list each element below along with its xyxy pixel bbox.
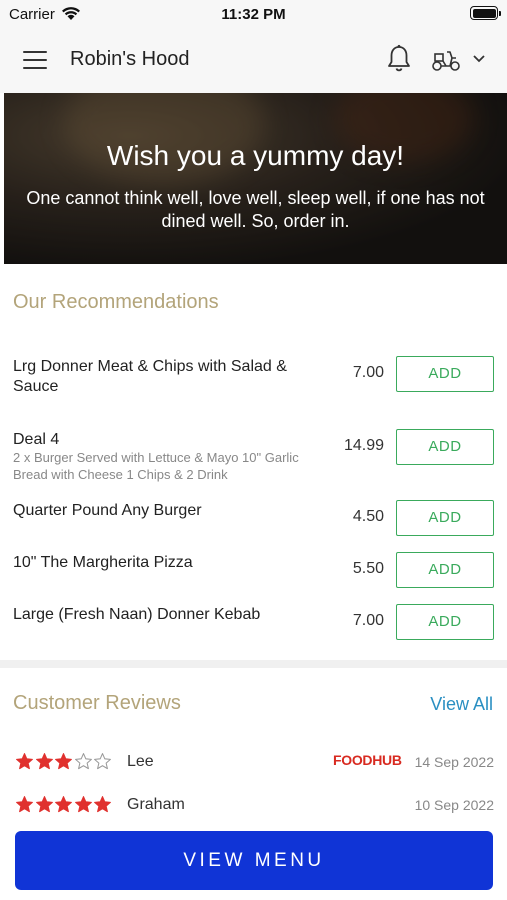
restaurant-name: Robin's Hood <box>70 48 190 70</box>
add-button[interactable]: ADD <box>396 500 494 536</box>
recommendation-item: Quarter Pound Any Burger 4.50 ADD <box>13 500 494 536</box>
star-rating <box>15 795 113 814</box>
reviewer-name: Graham <box>127 796 185 813</box>
add-button[interactable]: ADD <box>396 356 494 392</box>
item-price: 4.50 <box>352 508 384 525</box>
item-price: 7.00 <box>352 364 384 381</box>
review-date: 10 Sep 2022 <box>414 797 494 813</box>
star-rating <box>15 752 113 771</box>
battery-icon <box>470 6 501 20</box>
item-price: 5.50 <box>352 560 384 577</box>
hero-title: Wish you a yummy day! <box>106 140 405 171</box>
review-row: Graham 10 Sep 2022 <box>15 795 494 819</box>
star-filled-icon <box>35 753 53 770</box>
section-divider <box>0 660 507 668</box>
add-button[interactable]: ADD <box>396 552 494 588</box>
star-empty-icon <box>94 753 111 770</box>
view-menu-button[interactable]: VIEW MENU <box>15 831 493 890</box>
item-description: 2 x Burger Served with Lettuce & Mayo 10… <box>13 450 299 482</box>
item-price: 14.99 <box>343 437 384 454</box>
notification-bell-icon[interactable] <box>386 44 412 74</box>
recommendations-title: Our Recommendations <box>13 291 219 313</box>
recommendation-item: Lrg Donner Meat & Chips with Salad & Sau… <box>13 356 494 396</box>
item-name: Large (Fresh Naan) Donner Kebab <box>13 606 261 623</box>
foodhub-logo: FOODHUB <box>333 752 402 768</box>
item-name: Deal 4 <box>13 431 60 448</box>
star-filled-icon <box>55 796 72 813</box>
status-bar: Carrier 11:32 PM <box>0 0 507 28</box>
app-header: Robin's Hood <box>0 28 507 93</box>
item-name: 10" The Margherita Pizza <box>13 554 193 571</box>
star-empty-icon <box>74 753 92 770</box>
star-filled-icon <box>55 753 72 770</box>
reviews-title: Customer Reviews <box>13 692 181 714</box>
item-name: Quarter Pound Any Burger <box>13 502 202 519</box>
item-price: 7.00 <box>352 612 384 629</box>
review-date: 14 Sep 2022 <box>414 754 494 770</box>
recommendation-item: 10" The Margherita Pizza 5.50 ADD <box>13 552 494 588</box>
star-filled-icon <box>35 796 53 813</box>
hero-subtitle: One cannot think well, love well, sleep … <box>26 188 485 231</box>
chevron-down-icon[interactable] <box>472 54 486 64</box>
reviewer-name: Lee <box>127 753 154 770</box>
view-all-reviews-link[interactable]: View All <box>430 694 493 715</box>
star-filled-icon <box>16 753 33 770</box>
star-filled-icon <box>16 796 33 813</box>
clock: 11:32 PM <box>221 6 286 23</box>
star-filled-icon <box>74 796 92 813</box>
delivery-scooter-icon[interactable] <box>430 48 462 72</box>
star-filled-icon <box>94 796 111 813</box>
recommendation-item: Large (Fresh Naan) Donner Kebab 7.00 ADD <box>13 604 494 640</box>
item-name: Lrg Donner Meat & Chips with Salad & Sau… <box>13 358 287 395</box>
recommendation-item: Deal 4 2 x Burger Served with Lettuce & … <box>13 429 494 485</box>
review-row: Lee FOODHUB 14 Sep 2022 <box>15 752 494 776</box>
add-button[interactable]: ADD <box>396 604 494 640</box>
hamburger-menu-icon[interactable] <box>23 51 47 69</box>
add-button[interactable]: ADD <box>396 429 494 465</box>
hero-banner: Wish you a yummy day! One cannot think w… <box>4 93 507 264</box>
